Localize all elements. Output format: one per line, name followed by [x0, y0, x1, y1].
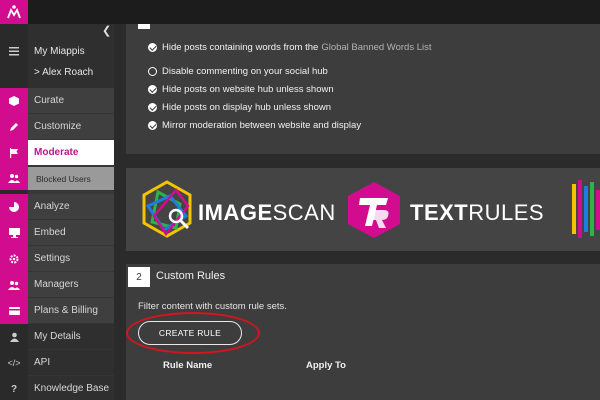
- sidebar-item-moderate[interactable]: Moderate: [28, 140, 120, 166]
- embed-icon[interactable]: [0, 220, 28, 246]
- custom-rules-description: Filter content with custom rule sets.: [138, 301, 287, 312]
- main-content: Hide posts containing words from the Glo…: [114, 24, 600, 400]
- custom-rules-title: Custom Rules: [156, 270, 226, 282]
- sidebar-item-settings[interactable]: Settings: [28, 246, 114, 272]
- banned-words-link[interactable]: Global Banned Words List: [321, 42, 431, 53]
- step-box-partial: [138, 24, 150, 29]
- checkbox-unchecked-icon[interactable]: [148, 67, 157, 76]
- step-number: 2: [128, 267, 150, 287]
- logo-icon: [7, 5, 21, 19]
- account-label[interactable]: My Miappis: [34, 46, 85, 57]
- highlight-circle: [126, 312, 260, 354]
- sidebar-item-my-details[interactable]: My Details: [28, 324, 114, 350]
- billing-icon[interactable]: [0, 298, 28, 324]
- sidebar-item-analyze[interactable]: Analyze: [28, 194, 114, 220]
- users-icon[interactable]: [0, 166, 28, 190]
- sidebar-item-knowledge-base[interactable]: Knowledge Base: [28, 376, 114, 400]
- column-header-apply-to[interactable]: Apply To: [306, 360, 346, 371]
- menu-icon[interactable]: [0, 38, 28, 64]
- option-banned-words[interactable]: Hide posts containing words from the Glo…: [148, 42, 432, 53]
- checkbox-checked-icon[interactable]: [148, 85, 157, 94]
- customize-icon[interactable]: [0, 114, 28, 140]
- imagescan-wordmark: IMAGESCAN: [198, 200, 336, 225]
- checkbox-checked-icon[interactable]: [148, 103, 157, 112]
- custom-rules-panel: 2 Custom Rules Filter content with custo…: [126, 264, 600, 400]
- moderation-options-panel: Hide posts containing words from the Glo…: [126, 24, 600, 154]
- settings-icon[interactable]: [0, 246, 28, 272]
- option-disable-commenting[interactable]: Disable commenting on your social hub: [148, 66, 328, 77]
- column-header-rule-name[interactable]: Rule Name: [163, 360, 212, 371]
- imagescan-logo-icon: [142, 180, 192, 238]
- user-icon[interactable]: [0, 324, 28, 350]
- sidebar: ❮ My Miappis > Alex Roach Curate Customi…: [28, 24, 120, 400]
- miappi-logo[interactable]: [0, 0, 28, 24]
- textrules-wordmark: TEXTRULES: [410, 200, 545, 225]
- option-hide-website[interactable]: Hide posts on website hub unless shown: [148, 84, 334, 95]
- curate-icon[interactable]: [0, 88, 28, 114]
- user-label[interactable]: > Alex Roach: [34, 67, 93, 78]
- checkbox-checked-icon[interactable]: [148, 121, 157, 130]
- checkbox-checked-icon[interactable]: [148, 43, 157, 52]
- analyze-icon[interactable]: [0, 194, 28, 220]
- collapse-sidebar-icon[interactable]: ❮: [102, 24, 111, 37]
- icon-rail: </> ?: [0, 24, 28, 400]
- moderate-icon[interactable]: [0, 140, 28, 166]
- partial-logo-bars: [572, 180, 600, 238]
- textrules-logo-icon: [348, 182, 400, 238]
- option-mirror-moderation[interactable]: Mirror moderation between website and di…: [148, 120, 361, 131]
- brand-banner: IMAGESCAN TEXTRULES: [126, 168, 600, 251]
- sidebar-item-managers[interactable]: Managers: [28, 272, 114, 298]
- sidebar-item-customize[interactable]: Customize: [28, 114, 114, 140]
- sidebar-item-curate[interactable]: Curate: [28, 88, 114, 114]
- sidebar-item-api[interactable]: API: [28, 350, 114, 376]
- sidebar-item-billing[interactable]: Plans & Billing: [28, 298, 114, 324]
- app-window: </> ? ❮ My Miappis > Alex Roach Curate C…: [0, 0, 600, 400]
- sidebar-item-blocked-users[interactable]: Blocked Users: [28, 167, 114, 191]
- api-icon[interactable]: </>: [0, 350, 28, 376]
- sidebar-item-moderate-label: Moderate: [34, 147, 79, 158]
- help-icon[interactable]: ?: [0, 376, 28, 400]
- top-bar: [0, 0, 600, 24]
- option-hide-display[interactable]: Hide posts on display hub unless shown: [148, 102, 331, 113]
- managers-icon[interactable]: [0, 272, 28, 298]
- sidebar-item-embed[interactable]: Embed: [28, 220, 114, 246]
